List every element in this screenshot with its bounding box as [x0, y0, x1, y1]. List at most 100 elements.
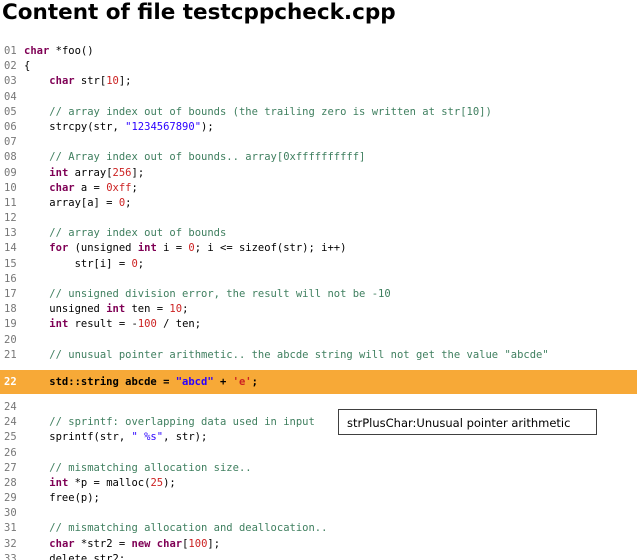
code-text: {: [24, 59, 30, 74]
code-text: sprintf(str, " %s", str);: [24, 430, 207, 445]
code-line: 17 // unsigned division error, the resul…: [0, 287, 637, 302]
line-number: 02: [4, 60, 17, 73]
code-text: unsigned int ten = 10;: [24, 302, 188, 317]
code-line: 11 array[a] = 0;: [0, 196, 637, 211]
line-number: 30: [4, 507, 17, 520]
code-token-plain: ;: [182, 303, 189, 316]
source-code-view: 01 char *foo() 02{03 char str[10]; 04 05 // …: [0, 44, 637, 560]
code-token-plain: i =: [156, 242, 189, 255]
code-token-cmt: // mismatching allocation and deallocati…: [49, 522, 328, 535]
line-number: 17: [4, 288, 17, 300]
code-text: // unusual pointer arithmetic.. the abcd…: [24, 348, 549, 363]
code-token-plain: sprintf(str,: [24, 431, 132, 444]
code-token-plain: unsigned: [24, 303, 107, 316]
code-line: 28 int *p = malloc(25);: [0, 476, 637, 491]
code-token-num: 'e': [232, 375, 252, 388]
code-token-plain: , str);: [163, 431, 208, 444]
code-line: 32 char *str2 = new char[100];: [0, 537, 637, 552]
code-text: // unsigned division error, the result w…: [24, 287, 391, 302]
code-token-kw: char: [24, 45, 50, 57]
code-token-plain: );: [163, 476, 176, 489]
code-line: 27 // mismatching allocation size..: [0, 461, 637, 476]
code-text: // Array index out of bounds.. array[0xf…: [24, 150, 365, 165]
code-line: 26: [0, 446, 637, 461]
line-number: 19: [4, 318, 17, 331]
code-token-cmt: // unsigned division error, the result w…: [49, 288, 391, 300]
line-number: 07: [4, 136, 17, 149]
code-token-plain: str[i] =: [24, 257, 132, 270]
line-number: 18: [4, 303, 17, 316]
code-line: 06 strcpy(str, "1234567890");: [0, 120, 637, 135]
code-line: 20: [0, 333, 637, 348]
code-text: free(p);: [24, 491, 100, 506]
code-text: // mismatching allocation and deallocati…: [24, 521, 327, 536]
line-number: 13: [4, 227, 17, 240]
code-text: char *foo(): [24, 44, 94, 59]
code-text: int array[256];: [24, 166, 144, 181]
code-token-str: "abcd": [175, 375, 214, 388]
code-token-cmt: // array index out of bounds: [49, 227, 227, 240]
line-number: 22: [4, 375, 17, 388]
code-token-str: " %s": [131, 431, 164, 444]
code-token-kw: int: [49, 318, 69, 331]
code-token-plain: ];: [207, 537, 221, 550]
code-token-kw: char: [49, 75, 75, 88]
line-number: 33: [4, 552, 17, 560]
code-token-plain: std::string abcde =: [24, 375, 176, 388]
code-token-plain: ;: [125, 196, 132, 209]
code-token-kw: new: [131, 537, 151, 550]
code-line-highlighted: 22 std::string abcde = "abcd" + 'e';: [0, 369, 637, 394]
code-line: 18 unsigned int ten = 10;: [0, 302, 637, 317]
code-line: 33 delete str2;: [0, 552, 637, 560]
code-token-cmt: // mismatching allocation size..: [49, 461, 252, 474]
code-line: 31 // mismatching allocation and dealloc…: [0, 521, 637, 536]
code-token-plain: *str2 =: [74, 537, 132, 550]
code-token-cmt: // unusual pointer arithmetic.. the abcd…: [49, 348, 549, 361]
code-token-plain: *foo(): [49, 45, 94, 57]
code-line: 16: [0, 272, 637, 287]
line-number: 06: [4, 120, 17, 133]
code-line: 09 int array[256];: [0, 166, 637, 181]
code-token-str: "1234567890": [125, 120, 202, 133]
code-text: delete str2;: [24, 552, 125, 560]
line-number: 28: [4, 476, 17, 489]
code-token-plain: ;: [131, 181, 138, 194]
code-token-plain: array[: [68, 166, 113, 179]
code-line: 13 // array index out of bounds: [0, 226, 637, 241]
code-token-plain: +: [213, 375, 233, 388]
code-token-plain: ;: [251, 375, 258, 388]
line-number: 15: [4, 257, 17, 270]
code-text: int result = -100 / ten;: [24, 317, 201, 332]
line-number: 12: [4, 212, 17, 225]
code-token-cmt: // Array index out of bounds.. array[0xf…: [49, 151, 366, 164]
line-number: 05: [4, 105, 17, 118]
line-number: 27: [4, 461, 17, 474]
code-token-plain: / ten;: [156, 318, 202, 331]
code-token-num: 10: [169, 303, 183, 316]
code-text: char str[10];: [24, 74, 131, 89]
code-line: 03 char str[10];: [0, 74, 637, 89]
code-token-plain: ];: [131, 166, 145, 179]
line-number: 11: [4, 196, 17, 209]
code-token-plain: (unsigned: [68, 242, 138, 255]
code-token-cmt: // array index out of bounds (the traili…: [49, 105, 492, 118]
line-number: 24: [4, 416, 17, 429]
line-number: 08: [4, 151, 17, 164]
code-token-kw: char: [49, 181, 75, 194]
code-token-plain: result = -: [68, 318, 138, 331]
line-number: 16: [4, 272, 17, 285]
code-line: 19 int result = -100 / ten;: [0, 317, 637, 332]
code-token-plain: str[: [74, 75, 107, 88]
code-text: strcpy(str, "1234567890");: [24, 120, 213, 135]
code-token-plain: array[a] =: [24, 196, 119, 209]
code-text: // array index out of bounds: [24, 226, 226, 241]
